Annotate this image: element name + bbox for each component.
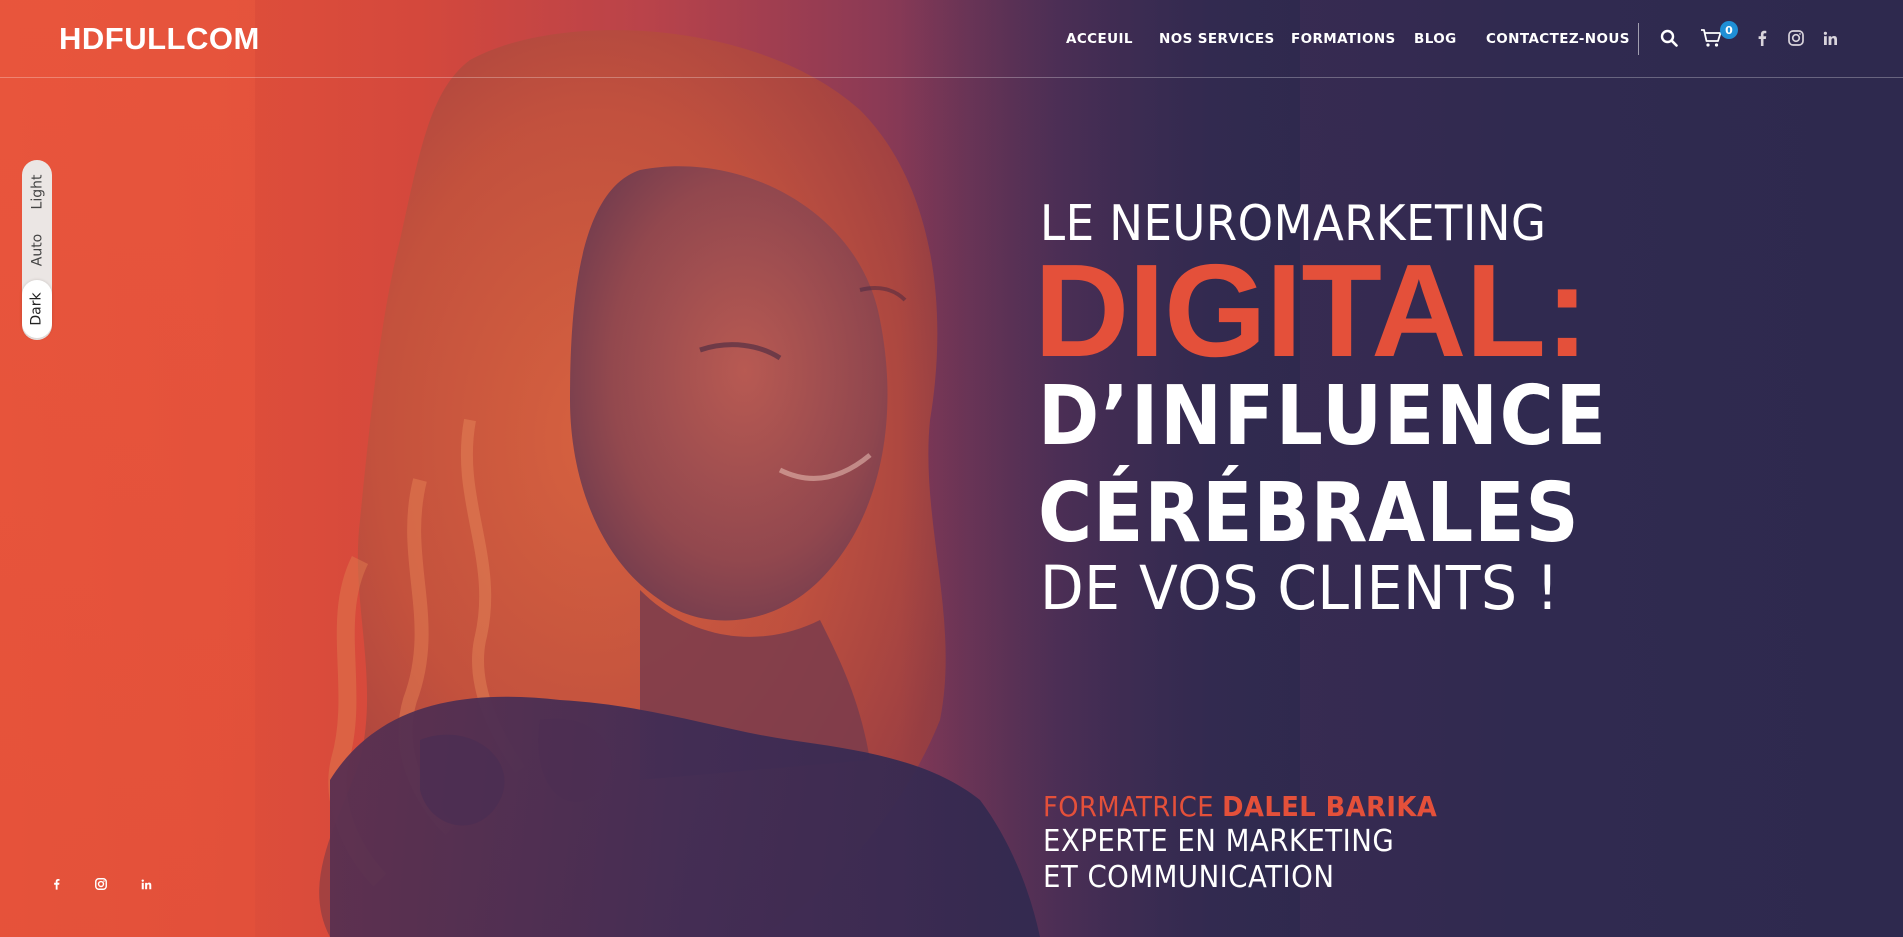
instagram-icon[interactable]	[89, 872, 113, 896]
trainer-title-1-text: EXPERTE EN MARKETING	[1043, 824, 1395, 859]
hero-background	[0, 0, 1903, 937]
headline-digital: DIGITAL:	[1034, 237, 1589, 384]
trainer-name: DALEL BARIKA	[1222, 790, 1438, 823]
nav-item-blog[interactable]: BLOG	[1414, 31, 1457, 47]
hero-portrait-image	[319, 0, 1300, 937]
theme-option-auto[interactable]: Auto	[22, 222, 52, 278]
headline-clients: DE VOS CLIENTS !	[1040, 553, 1560, 624]
nav-item-formations[interactable]: FORMATIONS	[1291, 31, 1396, 47]
facebook-icon[interactable]	[44, 872, 68, 896]
trainer-line: FORMATRICE DALEL BARIKA	[1043, 790, 1472, 823]
trainer-title-line-2: ET COMMUNICATION	[1043, 860, 1360, 895]
nav-divider	[1638, 23, 1639, 55]
instagram-icon[interactable]	[1785, 27, 1807, 49]
search-icon[interactable]	[1658, 27, 1680, 49]
facebook-icon[interactable]	[1751, 27, 1773, 49]
site-logo[interactable]: HDFULLCOM	[59, 21, 260, 57]
theme-option-label: Light	[29, 174, 46, 210]
linkedin-icon[interactable]	[1819, 27, 1841, 49]
theme-option-label: Auto	[29, 233, 46, 267]
theme-option-label: Dark	[29, 292, 46, 326]
headline-cerebrales: CÉRÉBRALES	[1038, 466, 1580, 561]
theme-switch: Light Auto Dark	[22, 160, 52, 340]
headline-influence: D’INFLUENCE	[1038, 369, 1608, 464]
linkedin-icon[interactable]	[134, 872, 158, 896]
trainer-title-2-text: ET COMMUNICATION	[1043, 860, 1335, 895]
cart-count-badge: 0	[1720, 21, 1738, 39]
cart-icon[interactable]	[1700, 27, 1722, 49]
nav-item-contactez-nous[interactable]: CONTACTEZ-NOUS	[1486, 31, 1630, 47]
theme-option-dark[interactable]: Dark	[22, 280, 52, 338]
theme-option-light[interactable]: Light	[22, 164, 52, 220]
nav-item-acceuil[interactable]: ACCEUIL	[1066, 31, 1133, 47]
nav-item-nos-services[interactable]: NOS SERVICES	[1159, 31, 1275, 47]
site-header: HDFULLCOM ACCEUIL NOS SERVICES FORMATION…	[0, 0, 1903, 78]
trainer-title-line-1: EXPERTE EN MARKETING	[1043, 824, 1425, 859]
trainer-prefix: FORMATRICE	[1043, 790, 1214, 823]
